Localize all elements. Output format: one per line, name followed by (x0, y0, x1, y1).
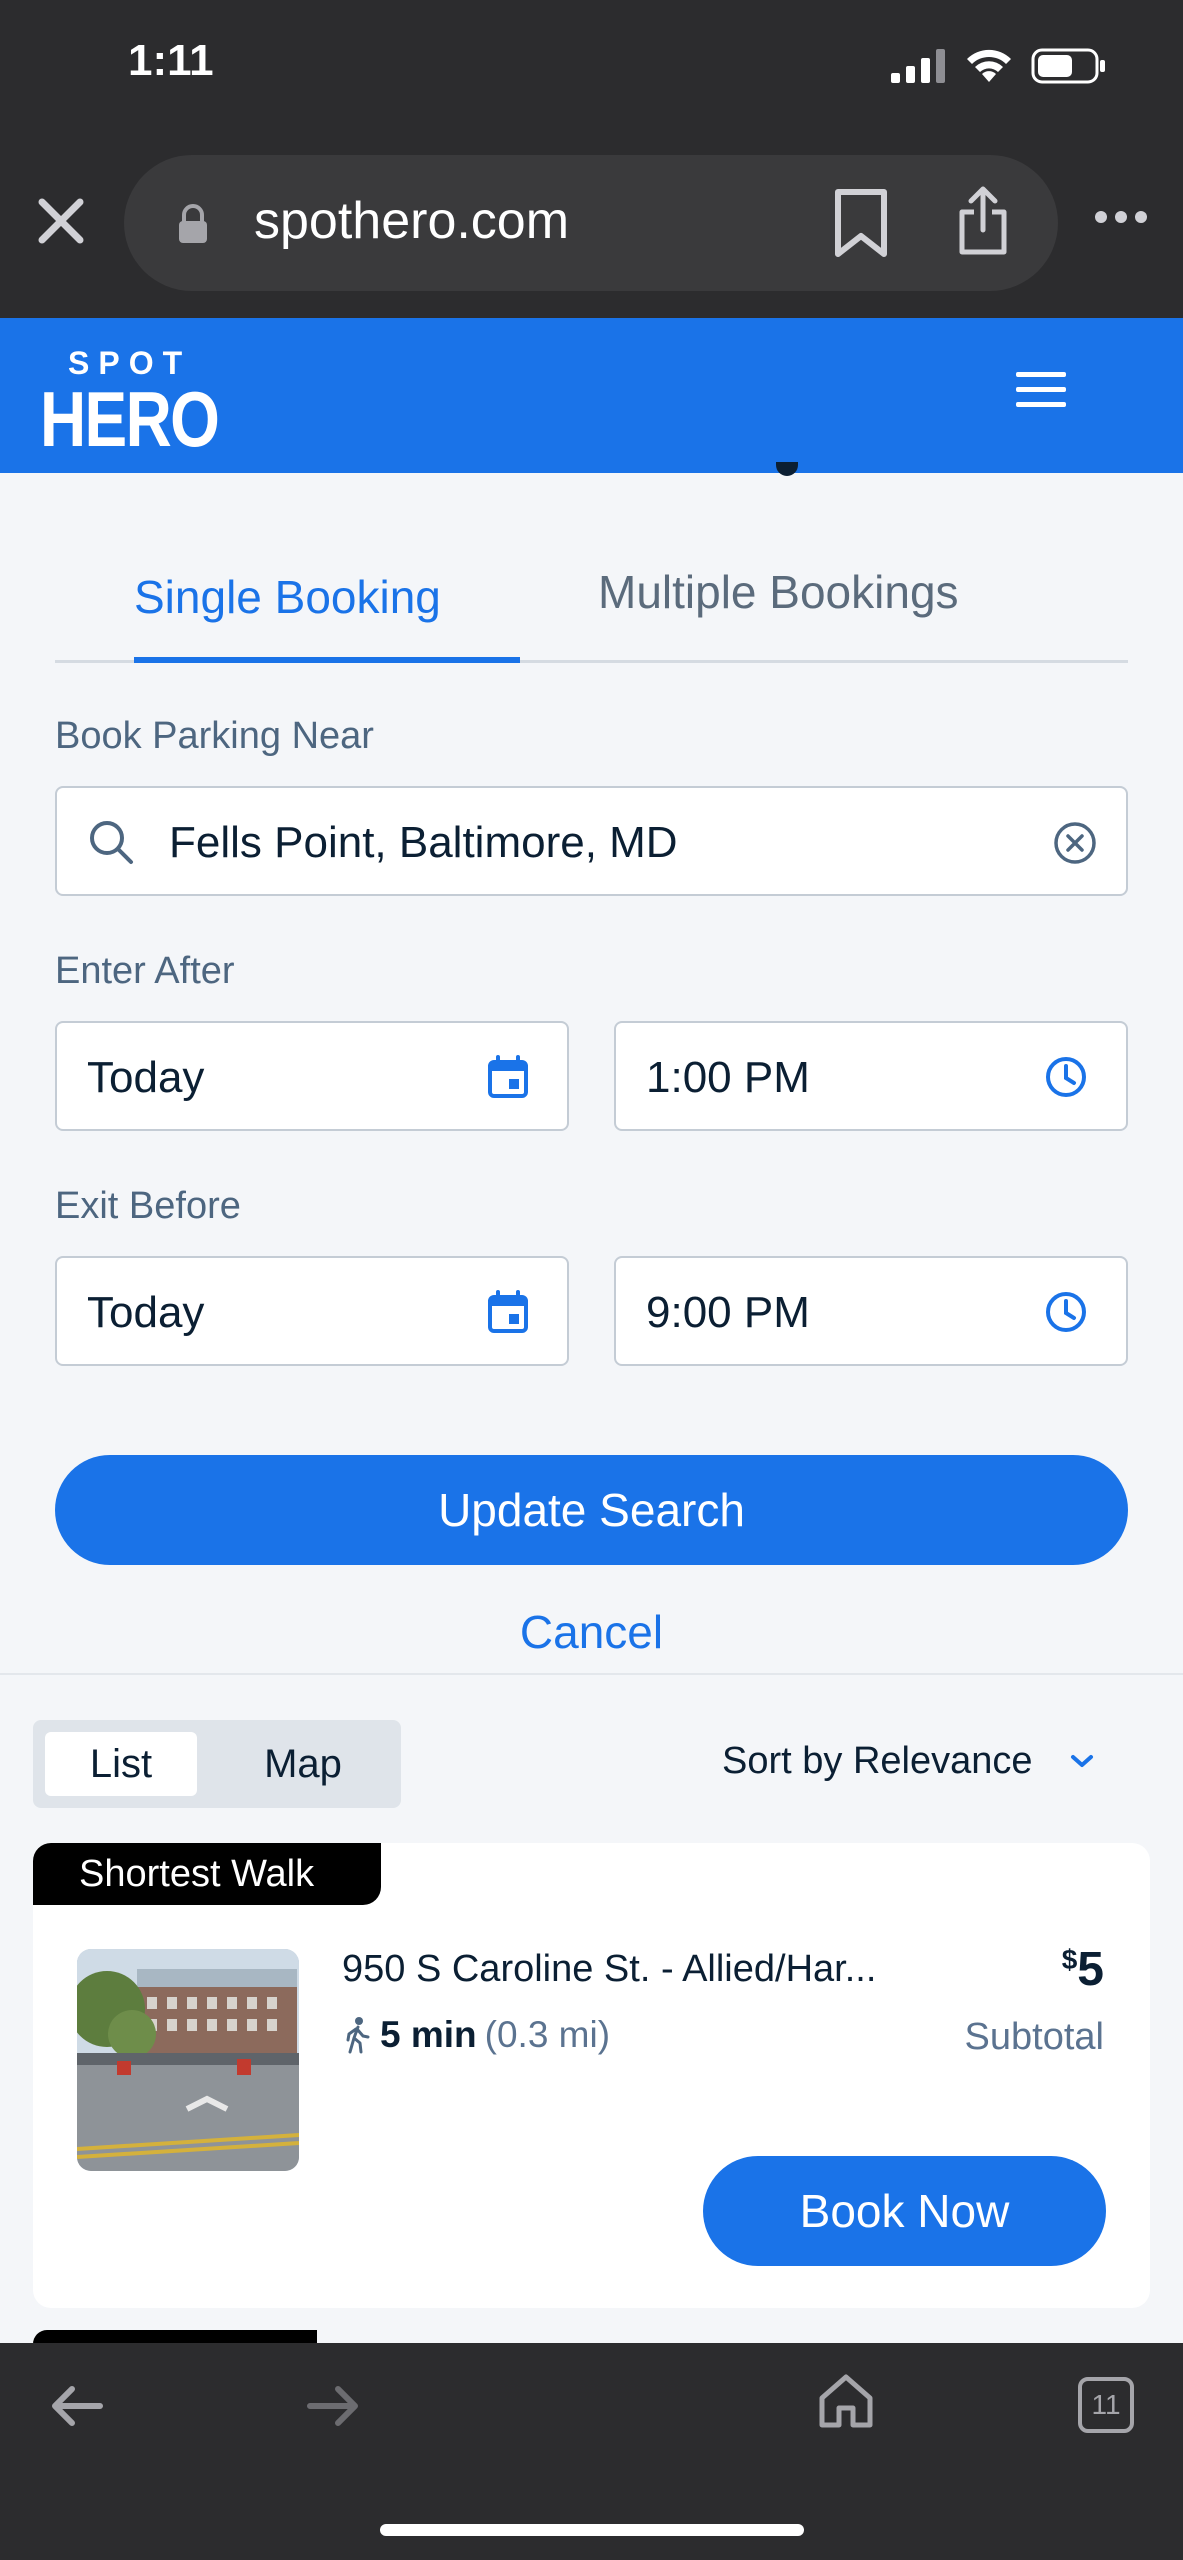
status-time: 1:11 (128, 36, 214, 85)
parking-photo (77, 1949, 299, 2171)
walking-person-icon (346, 2017, 370, 2054)
clock-icon[interactable] (1044, 1290, 1088, 1334)
clear-input-icon[interactable] (1052, 820, 1098, 866)
battery-icon (1031, 48, 1105, 84)
price-amount: 5 (1077, 1943, 1104, 1996)
sort-dropdown[interactable]: Sort by Relevance (722, 1740, 1033, 1783)
share-icon[interactable] (956, 186, 1010, 258)
calendar-icon[interactable] (487, 1290, 529, 1334)
enter-after-label: Enter After (55, 950, 235, 992)
shortest-walk-badge: Shortest Walk (33, 1843, 381, 1905)
search-icon (90, 821, 133, 864)
enter-date-field[interactable]: Today (55, 1021, 569, 1131)
tabs-count-button[interactable]: 11 (1078, 2377, 1134, 2433)
walk-distance: (0.3 mi) (484, 2014, 611, 2055)
back-arrow-icon[interactable] (50, 2384, 104, 2428)
list-view-button[interactable]: List (45, 1732, 197, 1796)
listing-price: $5 (1062, 1942, 1104, 1997)
url-text[interactable]: spothero.com (254, 191, 569, 251)
enter-time-field[interactable]: 1:00 PM (614, 1021, 1128, 1131)
price-subtotal-label: Subtotal (964, 2016, 1104, 2058)
lock-icon (179, 204, 207, 243)
hamburger-menu-icon[interactable] (1016, 372, 1066, 412)
bookmark-icon[interactable] (832, 188, 890, 258)
location-value[interactable]: Fells Point, Baltimore, MD (169, 818, 678, 868)
parking-thumbnail[interactable] (77, 1949, 299, 2171)
location-label: Book Parking Near (55, 715, 374, 757)
forward-arrow-icon[interactable] (306, 2384, 360, 2428)
book-now-button[interactable]: Book Now (703, 2156, 1106, 2266)
more-options-icon[interactable] (1094, 210, 1148, 224)
home-indicator (380, 2524, 804, 2536)
active-tab-indicator (134, 657, 520, 663)
clock-icon[interactable] (1044, 1055, 1088, 1099)
walk-time: 5 min (380, 2014, 477, 2055)
walk-info: 5 min (0.3 mi) (342, 2014, 610, 2056)
exit-time-field[interactable]: 9:00 PM (614, 1256, 1128, 1366)
status-icons (891, 48, 1107, 84)
chevron-down-icon[interactable] (1068, 1752, 1096, 1770)
listing-address[interactable]: 950 S Caroline St. - Allied/Har... (342, 1948, 876, 1991)
cancel-link[interactable]: Cancel (0, 1605, 1183, 1659)
exit-before-label: Exit Before (55, 1185, 241, 1227)
exit-time-value[interactable]: 9:00 PM (646, 1288, 810, 1338)
tab-multiple-bookings[interactable]: Multiple Bookings (598, 565, 959, 619)
wifi-icon (967, 49, 1011, 82)
update-search-button[interactable]: Update Search (55, 1455, 1128, 1565)
exit-date-value[interactable]: Today (87, 1288, 204, 1338)
signal-icon (891, 49, 945, 83)
calendar-icon[interactable] (487, 1055, 529, 1099)
logo-hero-text[interactable]: HERO (40, 374, 220, 465)
map-view-button[interactable]: Map (215, 1732, 391, 1796)
exit-date-field[interactable]: Today (55, 1256, 569, 1366)
close-icon[interactable] (36, 196, 86, 246)
tab-single-booking[interactable]: Single Booking (134, 570, 441, 624)
location-input[interactable]: Fells Point, Baltimore, MD (55, 786, 1128, 896)
enter-date-value[interactable]: Today (87, 1053, 204, 1103)
enter-time-value[interactable]: 1:00 PM (646, 1053, 810, 1103)
price-currency: $ (1061, 1944, 1078, 1975)
home-icon[interactable] (817, 2372, 875, 2430)
